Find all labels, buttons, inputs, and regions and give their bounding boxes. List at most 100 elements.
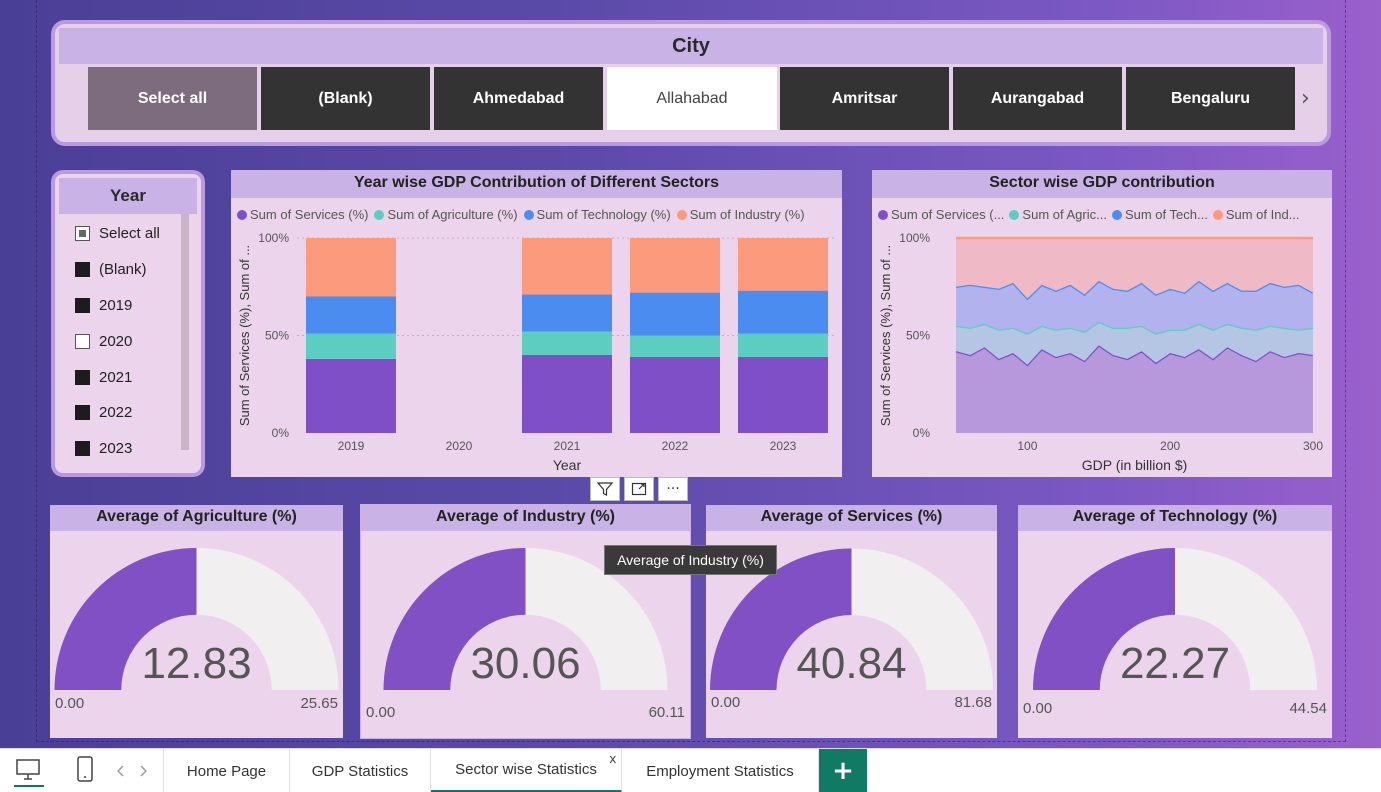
checkbox-icon[interactable] [75, 333, 90, 349]
y-tick-label: 0% [913, 426, 931, 440]
city-option-select-all[interactable]: Select all [88, 67, 257, 130]
area-chart-plot: 0% 50% 100% 100 200 300 GDP (in billion $) Sum … [878, 231, 1323, 473]
year-option-2019[interactable]: 2019 [75, 294, 132, 316]
filter-icon[interactable] [590, 477, 620, 501]
desktop-view-icon[interactable] [14, 757, 44, 787]
close-icon[interactable]: x [610, 751, 617, 766]
checkbox-icon[interactable] [75, 261, 90, 277]
gauge-services: Average of Services (%) 40.84 0.00 81.68 [706, 505, 997, 738]
city-option-bengaluru[interactable]: Bengaluru [1126, 67, 1295, 130]
city-option-blank[interactable]: (Blank) [261, 67, 430, 130]
y-tick-label: 100% [899, 231, 930, 245]
checkbox-icon[interactable] [75, 440, 90, 456]
mobile-view-icon[interactable] [73, 755, 97, 785]
gauge-chart: 30.06 [383, 548, 668, 690]
checkbox-icon[interactable] [75, 297, 90, 313]
gauge-chart: 12.83 [54, 548, 339, 690]
gauge-agriculture: Average of Agriculture (%) 12.83 0.00 25… [50, 505, 343, 738]
bar-technology-2021 [522, 294, 612, 332]
gauge-max-label: 25.65 [300, 695, 338, 712]
gauge-industry: Average of Industry (%) 30.06 0.00 60.11 [360, 504, 691, 739]
more-options-icon[interactable]: ··· [658, 477, 688, 501]
x-tick-label: 2021 [554, 439, 581, 453]
gauge-min-label: 0.00 [366, 704, 396, 721]
gauge-min-label: 0.00 [711, 694, 741, 711]
visual-toolbar: ··· [590, 477, 688, 503]
city-option-amritsar[interactable]: Amritsar [780, 67, 949, 130]
x-tick-label: 2020 [446, 439, 473, 453]
tab-scroll-icons[interactable] [113, 762, 149, 780]
gauge-min-label: 0.00 [1023, 700, 1053, 717]
year-option-label: 2021 [99, 368, 133, 386]
gauge-max-label: 60.11 [648, 704, 685, 721]
checkbox-icon[interactable] [75, 404, 90, 420]
y-tick-label: 100% [258, 231, 289, 245]
tab-gdp-statistics[interactable]: GDP Statistics [290, 749, 431, 792]
add-page-button[interactable]: + [819, 749, 867, 792]
bar-agriculture-2021 [522, 331, 612, 355]
x-tick-label: 100 [1017, 439, 1037, 453]
year-slicer-title: Year [59, 178, 197, 214]
x-tick-label: 300 [1303, 439, 1323, 453]
gauge-max-label: 81.68 [954, 694, 992, 711]
gauge-value: 22.27 [1120, 639, 1230, 688]
year-slicer: Year Select all (Blank) 2019 2020 2021 2… [51, 170, 205, 477]
bar-services-2022 [630, 356, 720, 433]
bar-services-2023 [738, 356, 828, 433]
year-option-label: 2023 [99, 439, 133, 457]
tab-sector-wise-statistics[interactable]: Sector wise Statistics x [431, 749, 622, 792]
x-tick-label: 2023 [770, 439, 797, 453]
bar-chart-plot: 0% 50% 100% 2019 2020 2021 2022 2023 Year Sum of … [237, 231, 837, 473]
gauge-max-label: 44.54 [1289, 700, 1327, 717]
sector-wise-chart: Sector wise GDP contribution Sum of Serv… [872, 170, 1332, 477]
year-option-label: 2020 [99, 332, 133, 350]
bar-industry-2021 [522, 238, 612, 295]
year-wise-chart: Year wise GDP Contribution of Different … [231, 170, 842, 477]
x-axis-label: Year [553, 457, 582, 473]
year-option-label: Select all [99, 224, 160, 242]
bar-industry-2023 [738, 238, 828, 291]
x-tick-label: 200 [1160, 439, 1180, 453]
bar-industry-2022 [630, 238, 720, 293]
gauge-value: 30.06 [470, 639, 580, 688]
x-tick-label: 2019 [338, 439, 365, 453]
tab-home-page[interactable]: Home Page [163, 749, 290, 792]
bar-services-2019 [306, 358, 396, 433]
bar-services-2021 [522, 355, 612, 433]
y-axis-label: Sum of Services (%), Sum of ... [237, 245, 252, 426]
city-option-ahmedabad[interactable]: Ahmedabad [434, 67, 603, 130]
year-option-2022[interactable]: 2022 [75, 401, 132, 423]
y-tick-label: 50% [906, 329, 930, 343]
checkbox-icon[interactable] [75, 225, 90, 241]
city-option-allahabad[interactable]: Allahabad [607, 67, 777, 130]
year-option-2021[interactable]: 2021 [75, 366, 132, 388]
gauge-value: 40.84 [796, 639, 906, 688]
year-option-select-all[interactable]: Select all [75, 222, 160, 244]
year-option-label: 2019 [99, 296, 133, 314]
chevron-right-icon[interactable]: › [1301, 86, 1310, 111]
tab-label: Sector wise Statistics [455, 761, 597, 778]
bar-industry-2019 [306, 238, 396, 297]
page-tab-bar: Home Page GDP Statistics Sector wise Sta… [0, 748, 1381, 792]
gauge-chart: 22.27 [1033, 548, 1317, 690]
bar-technology-2019 [306, 296, 396, 334]
y-tick-label: 0% [272, 426, 290, 440]
focus-mode-icon[interactable] [624, 477, 654, 501]
bar-agriculture-2023 [738, 333, 828, 357]
year-option-2023[interactable]: 2023 [75, 437, 132, 459]
x-axis-label: GDP (in billion $) [1082, 457, 1188, 473]
year-option-blank[interactable]: (Blank) [75, 258, 147, 280]
tab-employment-statistics[interactable]: Employment Statistics [622, 749, 819, 792]
y-tick-label: 50% [265, 329, 289, 343]
y-axis-label: Sum of Services (%), Sum of ... [878, 245, 893, 426]
checkbox-icon[interactable] [75, 369, 90, 385]
city-option-aurangabad[interactable]: Aurangabad [953, 67, 1122, 130]
city-slicer: City Select all (Blank) Ahmedabad Allaha… [51, 20, 1331, 146]
bar-agriculture-2019 [306, 333, 396, 359]
year-slicer-scrollbar[interactable] [181, 214, 189, 450]
year-option-label: 2022 [99, 403, 133, 421]
tooltip: Average of Industry (%) [604, 545, 777, 575]
gauge-min-label: 0.00 [55, 695, 85, 712]
year-option-2020[interactable]: 2020 [75, 330, 132, 352]
x-tick-label: 2022 [662, 439, 689, 453]
